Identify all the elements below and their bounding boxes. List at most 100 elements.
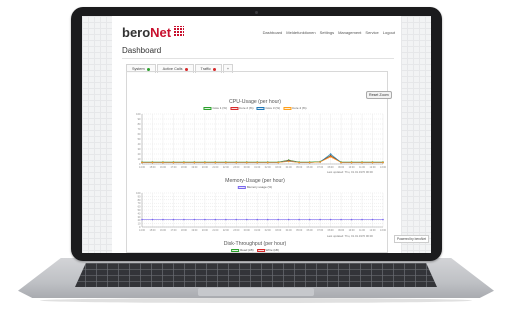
y-tick-label: 70 (138, 127, 141, 131)
memory-chart-title: Memory-Usage (per hour) (225, 178, 285, 184)
data-point (266, 161, 269, 164)
logo[interactable]: beroNet (122, 25, 171, 40)
data-point (382, 161, 384, 164)
disk-chart-legend: Read (kB) Write (kB) (231, 248, 279, 252)
legend-item[interactable]: Memory usage (%) (237, 185, 272, 189)
x-tick-label: 10:00 (349, 229, 356, 232)
data-point (287, 218, 290, 221)
cpu-usage-chart[interactable]: 100908070605040302010014:00 15:00 16:00 17:… (132, 112, 387, 174)
y-tick-label: 30 (138, 147, 141, 151)
web-page: beroNet Dashboard Meldefunktionen Settin… (112, 16, 401, 253)
y-tick-label: 80 (138, 198, 141, 202)
y-tick-label: 100 (136, 191, 141, 195)
nav-settings[interactable]: Settings (320, 30, 334, 35)
memory-chart-updated-note: Last updated: Thu, 01.01.1970 00:00 (327, 234, 373, 238)
data-point (371, 161, 374, 164)
data-point (235, 161, 238, 164)
cpu-chart-legend: Core 1 (%) Core 2 (%) Core 3 (%) Core 4 … (203, 106, 307, 110)
data-point (183, 218, 185, 221)
nav-dashboard[interactable]: Dashboard (263, 30, 283, 35)
data-point (141, 218, 143, 221)
x-tick-label: 15:00 (149, 229, 156, 232)
x-tick-label: 00:00 (244, 229, 251, 232)
disk-chart-title: Disk-Throughput (per hour) (223, 241, 287, 247)
data-point (183, 161, 185, 164)
x-tick-label: 16:00 (160, 229, 167, 232)
legend-label: Core 3 (%) (265, 106, 281, 110)
legend-label: Core 2 (%) (238, 106, 254, 110)
series-line (142, 155, 383, 163)
data-point (225, 218, 227, 221)
x-tick-label: 06:00 (307, 229, 314, 232)
x-tick-label: 01:00 (254, 229, 261, 232)
y-tick-label: 20 (138, 152, 141, 156)
data-point (225, 161, 227, 164)
legend-swatch (237, 185, 246, 189)
series-line (142, 156, 383, 163)
cpu-chart-updated-note: Last updated: Thu, 01.01.1970 00:00 (327, 170, 373, 174)
laptop-mockup: beroNet Dashboard Meldefunktionen Settin… (0, 0, 512, 322)
nav-management[interactable]: Management (338, 30, 361, 35)
data-point (361, 161, 363, 164)
y-tick-label: 80 (138, 122, 141, 126)
x-tick-label: 10:00 (349, 166, 356, 169)
data-point (214, 218, 217, 221)
nav-logout[interactable]: Logout (383, 30, 395, 35)
legend-swatch (229, 106, 238, 110)
data-point (204, 218, 206, 221)
cpu-chart-title: CPU-Usage (per hour) (229, 99, 281, 105)
series-line (142, 155, 383, 163)
y-tick-label: 10 (138, 222, 141, 226)
x-tick-label: 02:00 (265, 166, 272, 169)
data-point (151, 161, 154, 164)
legend-swatch (256, 106, 265, 110)
nav-meldefunktionen[interactable]: Meldefunktionen (286, 30, 315, 35)
y-tick-label: 10 (138, 157, 141, 161)
y-tick-label: 60 (138, 205, 141, 209)
data-point (319, 218, 321, 221)
x-tick-label: 04:00 (286, 166, 293, 169)
x-tick-label: 14:00 (139, 229, 146, 232)
x-tick-label: 00:00 (244, 166, 251, 169)
trackpad (198, 288, 314, 296)
data-point (371, 218, 374, 221)
data-point (193, 161, 196, 164)
memory-usage-chart[interactable]: 100908070605040302010014:00 15:00 16:00 17:… (132, 191, 387, 237)
data-point (308, 161, 311, 164)
x-tick-label: 02:00 (265, 229, 272, 232)
nav-service[interactable]: Service (365, 30, 378, 35)
data-point (151, 218, 154, 221)
x-tick-label: 20:00 (202, 166, 209, 169)
legend-item[interactable]: Core 1 (%) (203, 106, 227, 110)
data-point (266, 218, 269, 221)
data-point (361, 218, 363, 221)
x-tick-label: 18:00 (181, 166, 188, 169)
x-tick-label: 08:00 (328, 166, 335, 169)
x-tick-label: 09:00 (338, 229, 345, 232)
legend-item[interactable]: Read (kB) (231, 248, 254, 252)
y-tick-label: 20 (138, 218, 141, 222)
data-point (329, 218, 332, 221)
legend-swatch (256, 248, 265, 252)
legend-item[interactable]: Write (kB) (256, 248, 279, 252)
legend-item[interactable]: Core 3 (%) (256, 106, 281, 110)
x-tick-label: 21:00 (212, 229, 219, 232)
data-point (319, 161, 321, 163)
data-point (382, 218, 384, 221)
y-tick-label: 90 (138, 117, 141, 121)
reset-zoom-button[interactable]: Reset Zoom (366, 91, 392, 99)
legend-item[interactable]: Core 4 (%) (283, 106, 307, 110)
data-point (235, 218, 238, 221)
x-tick-label: 03:00 (275, 166, 282, 169)
y-tick-label: 100 (136, 112, 141, 116)
laptop-screen: beroNet Dashboard Meldefunktionen Settin… (82, 16, 431, 253)
data-point (298, 218, 300, 221)
legend-item[interactable]: Core 2 (%) (229, 106, 254, 110)
x-tick-label: 08:00 (328, 229, 335, 232)
y-tick-label: 40 (138, 142, 141, 146)
data-point (214, 161, 217, 164)
x-tick-label: 22:00 (223, 229, 230, 232)
x-tick-label: 21:00 (212, 166, 219, 169)
x-tick-label: 11:00 (359, 229, 365, 232)
data-point (340, 161, 342, 164)
